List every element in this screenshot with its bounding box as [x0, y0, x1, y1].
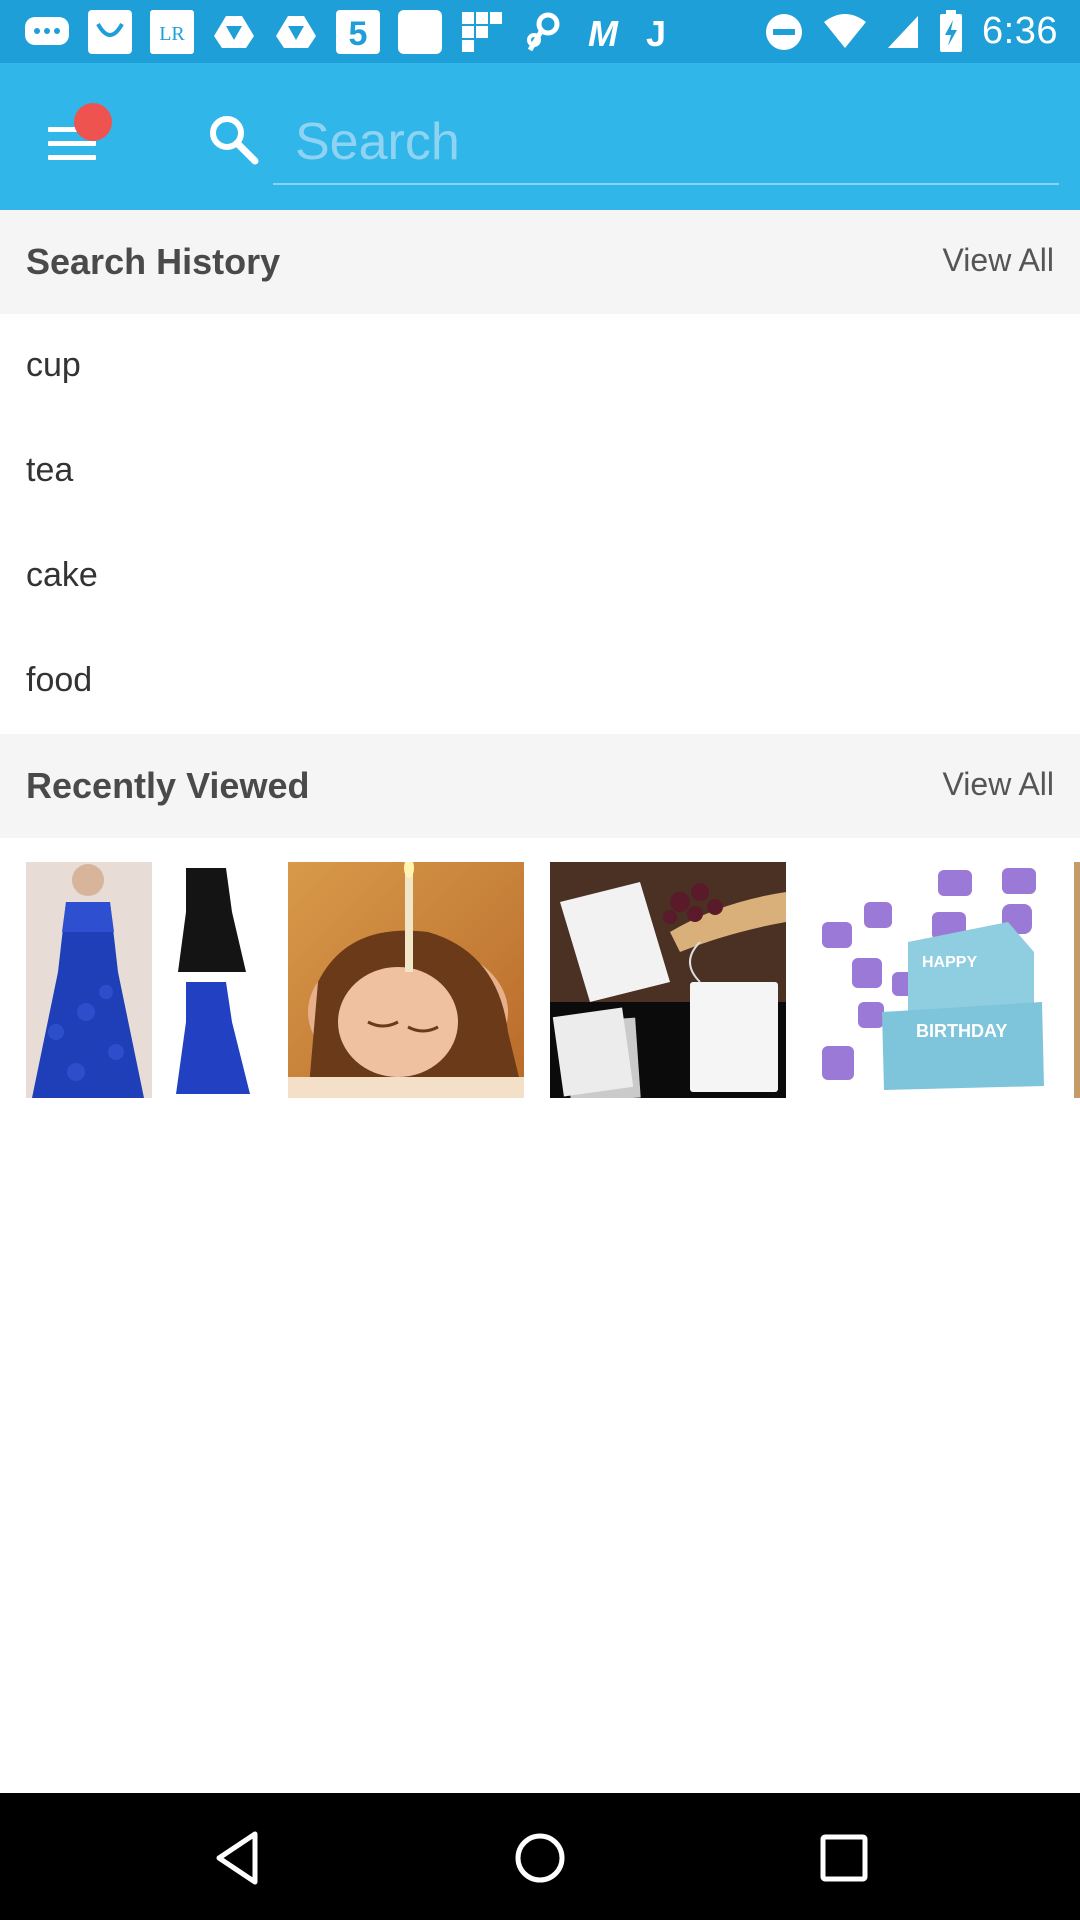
svg-text:HAPPY: HAPPY — [922, 954, 977, 971]
history-item[interactable]: food — [0, 629, 1080, 734]
wifi-icon — [822, 10, 868, 54]
recently-viewed-title: Recently Viewed — [26, 765, 310, 806]
do-not-disturb-icon — [764, 10, 804, 54]
clock: 6:36 — [982, 10, 1058, 52]
history-item-label: cup — [26, 346, 81, 384]
status-bar: LR 5 M J 6:36 — [0, 0, 1080, 63]
search-icon[interactable] — [205, 111, 261, 167]
svg-text:J: J — [646, 13, 666, 54]
recently-viewed-header: Recently Viewed View All — [0, 734, 1080, 838]
drive-icon — [212, 10, 256, 54]
blank-app-icon — [398, 9, 442, 54]
notification-dot — [74, 103, 112, 141]
cellular-signal-icon — [886, 10, 920, 54]
j-app-icon: J — [644, 10, 668, 54]
back-icon — [216, 1831, 258, 1885]
drive-icon — [274, 10, 318, 54]
grid-app-icon — [460, 10, 504, 54]
messenger-icon — [24, 10, 70, 54]
menu-button[interactable] — [30, 101, 120, 181]
lr-app-icon: LR — [150, 9, 194, 54]
system-nav-bar — [0, 1793, 1080, 1920]
svg-text:BIRTHDAY: BIRTHDAY — [916, 1021, 1007, 1041]
number5-app-icon: 5 — [336, 9, 380, 54]
ear-candle-spa-product[interactable] — [288, 862, 524, 1098]
home-button[interactable] — [505, 1823, 575, 1893]
battery-charging-icon — [938, 9, 964, 54]
history-item-label: tea — [26, 451, 74, 489]
search-toolbar — [0, 63, 1080, 210]
link-app-icon — [522, 10, 562, 54]
search-input[interactable] — [273, 101, 1059, 185]
partial-product-thumbnail[interactable] — [1074, 862, 1080, 1098]
search-history-header: Search History View All — [0, 210, 1080, 314]
tea-bag-filter-product[interactable] — [550, 862, 786, 1098]
history-item[interactable]: tea — [0, 419, 1080, 524]
svg-text:LR: LR — [159, 23, 185, 45]
history-item[interactable]: cake — [0, 524, 1080, 629]
history-item[interactable]: cup — [0, 314, 1080, 419]
recents-icon — [820, 1834, 868, 1882]
m-app-icon: M — [580, 10, 626, 54]
recently-viewed-view-all-link[interactable]: View All — [943, 766, 1054, 803]
search-history-title: Search History — [26, 241, 281, 282]
search-history-view-all-link[interactable]: View All — [943, 242, 1054, 279]
home-icon — [515, 1833, 565, 1883]
birthday-cake-cutter-product[interactable]: HAPPY BIRTHDAY — [812, 862, 1048, 1098]
svg-text:5: 5 — [349, 15, 368, 53]
recents-button[interactable] — [809, 1823, 879, 1893]
svg-text:M: M — [588, 13, 619, 54]
unicode-app-icon — [88, 9, 132, 54]
history-item-label: food — [26, 661, 93, 699]
history-item-label: cake — [26, 556, 98, 594]
back-button[interactable] — [202, 1823, 272, 1893]
blue-lace-dress-product[interactable] — [26, 862, 262, 1098]
